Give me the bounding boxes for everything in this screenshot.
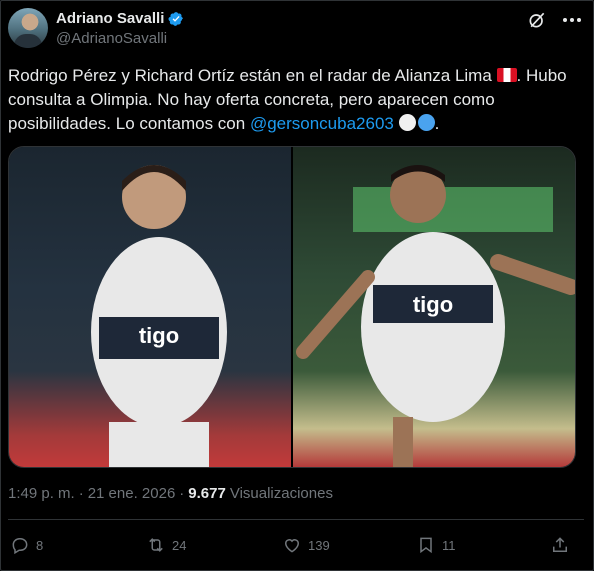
like-button[interactable]: 139 [282,527,330,563]
share-icon [553,537,567,552]
player-celebrating-photo-icon: tigo [296,165,575,467]
tweet-text-part1: Rodrigo Pérez y Richard Ortíz están en e… [8,66,492,85]
repost-button[interactable]: 24 [146,527,186,563]
views-label: Visualizaciones [229,485,333,502]
reply-count: 8 [36,537,44,553]
repost-icon [149,538,163,552]
tweet-meta: 1:49 p. m. · 21 ene. 2026 · 9.677 Visual… [8,485,333,502]
author-avatar[interactable] [8,8,48,48]
verified-badge-icon [168,11,184,26]
right-player-photo[interactable]: tigo [293,147,575,467]
actions-divider [8,519,584,520]
reply-icon [12,538,28,555]
more-options-icon[interactable] [560,8,584,32]
peru-flag-icon [496,68,517,82]
views-count: 9.677 [188,485,226,502]
player-photo-icon: tigo [91,165,227,467]
tweet-date[interactable]: 21 ene. 2026 [88,485,176,502]
action-bar: 8 24 139 11 [0,527,594,563]
like-count: 139 [308,537,330,553]
svg-text:tigo: tigo [139,323,179,348]
bookmark-icon [420,537,432,554]
heart-icon [284,539,300,553]
author-name-row[interactable]: Adriano Savalli [56,10,184,27]
mention-link[interactable]: @gersoncuba2603 [250,114,394,133]
bookmark-count: 11 [442,537,456,553]
grok-icon[interactable] [527,10,547,30]
repost-count: 24 [172,537,187,553]
meta-separator-2: · [179,485,185,502]
svg-text:tigo: tigo [413,292,453,317]
tweet-media[interactable]: tigo tigo [8,146,576,468]
bookmark-button[interactable]: 11 [416,527,456,563]
author-handle[interactable]: @AdrianoSavalli [56,30,167,47]
meta-separator: · [78,485,84,502]
blue-circle-icon [417,114,435,131]
author-name[interactable]: Adriano Savalli [56,10,164,27]
share-button[interactable] [550,527,570,563]
left-player-photo[interactable]: tigo [9,147,291,467]
white-circle-icon [398,114,416,131]
tweet-time[interactable]: 1:49 p. m. [8,485,75,502]
reply-button[interactable]: 8 [10,527,43,563]
tweet-text: Rodrigo Pérez y Richard Ortíz están en e… [8,66,567,133]
